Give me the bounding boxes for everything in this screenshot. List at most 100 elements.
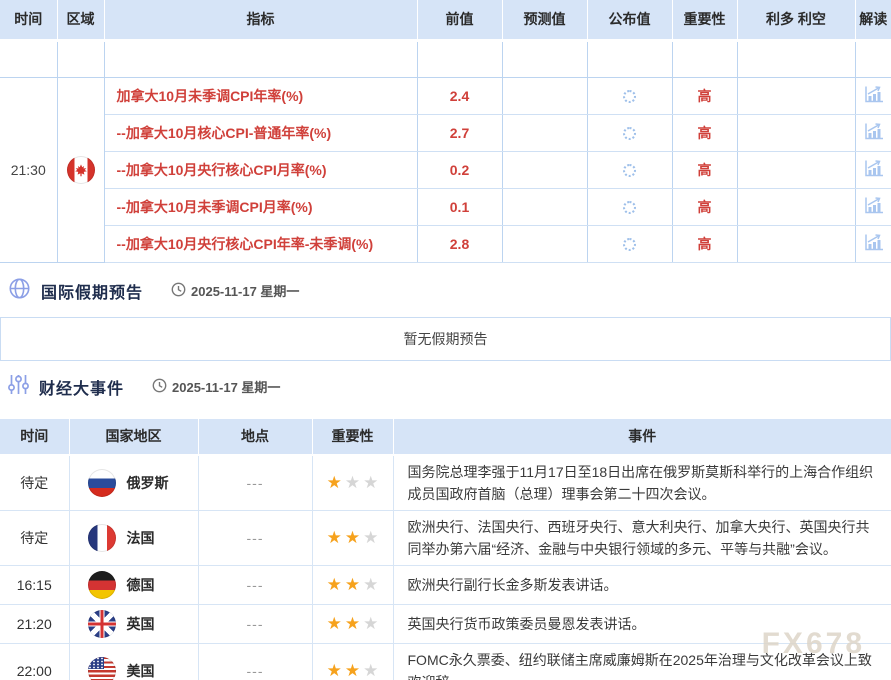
star-icon: ★	[345, 473, 360, 492]
interpret-cell[interactable]	[855, 114, 891, 151]
col-indicator: 指标	[104, 0, 417, 40]
event-time: 待定	[0, 455, 69, 511]
country-cell: 美国	[69, 643, 198, 680]
us-flag-icon	[88, 657, 116, 680]
country-cell: 法国	[69, 510, 198, 565]
events-table-header: 时间 国家地区 地点 重要性 事件	[0, 419, 891, 455]
importance-stars: ★★★	[312, 455, 393, 511]
country-cell: 德国	[69, 565, 198, 604]
col-bull-bear: 利多 利空	[737, 0, 855, 40]
star-icon: ★	[363, 528, 378, 547]
interpret-cell[interactable]	[855, 77, 891, 114]
loading-spinner-icon	[623, 238, 636, 251]
forecast-value	[502, 225, 587, 262]
event-description[interactable]: FOMC永久票委、纽约联储主席威廉姆斯在2025年治理与文化改革会议上致欢迎辞。	[393, 643, 891, 680]
event-time: 待定	[0, 510, 69, 565]
loading-spinner-icon	[623, 201, 636, 214]
loading-spinner-icon	[623, 164, 636, 177]
star-icon: ★	[363, 661, 378, 680]
chart-icon[interactable]	[863, 91, 884, 107]
star-icon: ★	[327, 473, 342, 492]
star-icon: ★	[363, 473, 378, 492]
event-time: 22:00	[0, 643, 69, 680]
col-importance: 重要性	[672, 0, 737, 40]
forecast-value	[502, 151, 587, 188]
forecast-value	[502, 77, 587, 114]
country-name: 法国	[127, 528, 155, 548]
partial-row	[0, 40, 891, 77]
interpret-cell[interactable]	[855, 188, 891, 225]
indicator-row: 21:30加拿大10月未季调CPI年率(%)2.4高	[0, 77, 891, 114]
bull-bear-cell	[737, 151, 855, 188]
uk-flag-icon	[88, 610, 116, 638]
country-name: 美国	[127, 661, 155, 680]
bull-bear-cell	[737, 225, 855, 262]
time-cell: 21:30	[0, 77, 57, 262]
col-interpret: 解读	[855, 0, 891, 40]
event-location: ---	[198, 455, 312, 511]
importance-stars: ★★★	[312, 604, 393, 643]
country-name: 德国	[127, 575, 155, 595]
col-event-importance: 重要性	[312, 419, 393, 455]
clock-icon	[171, 282, 186, 300]
chart-icon[interactable]	[863, 165, 884, 181]
events-section-title: 财经大事件	[39, 375, 124, 399]
importance-value: 高	[672, 225, 737, 262]
indicator-table-header: 时间 区域 指标 前值 预测值 公布值 重要性 利多 利空 解读	[0, 0, 891, 40]
event-location: ---	[198, 604, 312, 643]
event-description[interactable]: 欧洲央行、法国央行、西班牙央行、意大利央行、加拿大央行、英国央行共同举办第六届“…	[393, 510, 891, 565]
importance-value: 高	[672, 77, 737, 114]
indicator-name[interactable]: --加拿大10月核心CPI-普通年率(%)	[104, 114, 417, 151]
published-value	[587, 151, 672, 188]
events-section-header: 财经大事件 2025-11-17 星期一	[0, 373, 891, 401]
importance-value: 高	[672, 114, 737, 151]
fr-flag-icon	[88, 524, 116, 552]
chart-icon[interactable]	[863, 128, 884, 144]
previous-value: 2.8	[417, 225, 502, 262]
indicator-row: --加拿大10月央行核心CPI月率(%)0.2 高	[0, 151, 891, 188]
chart-icon[interactable]	[863, 202, 884, 218]
event-description[interactable]: 国务院总理李强于11月17日至18日出席在俄罗斯莫斯科举行的上海合作组织成员国政…	[393, 455, 891, 511]
holiday-empty-message: 暂无假期预告	[404, 329, 488, 349]
importance-stars: ★★★	[312, 510, 393, 565]
forecast-value	[502, 114, 587, 151]
event-row: 16:15德国---★★★欧洲央行副行长金多斯发表讲话。	[0, 565, 891, 604]
importance-value: 高	[672, 151, 737, 188]
star-icon: ★	[327, 614, 342, 633]
ru-flag-icon	[88, 469, 116, 497]
event-time: 21:20	[0, 604, 69, 643]
bull-bear-cell	[737, 77, 855, 114]
previous-value: 2.4	[417, 77, 502, 114]
loading-spinner-icon	[623, 127, 636, 140]
interpret-cell[interactable]	[855, 225, 891, 262]
col-event: 事件	[393, 419, 891, 455]
star-icon: ★	[345, 575, 360, 594]
event-description[interactable]: 欧洲央行副行长金多斯发表讲话。	[393, 565, 891, 604]
holiday-section-title: 国际假期预告	[41, 279, 143, 303]
chart-icon[interactable]	[863, 239, 884, 255]
event-location: ---	[198, 510, 312, 565]
col-region: 区域	[57, 0, 104, 40]
holiday-empty-box: 暂无假期预告	[0, 317, 891, 361]
star-icon: ★	[363, 575, 378, 594]
col-previous: 前值	[417, 0, 502, 40]
indicator-table: 时间 区域 指标 前值 预测值 公布值 重要性 利多 利空 解读 21:30 加拿…	[0, 0, 891, 263]
interpret-cell[interactable]	[855, 151, 891, 188]
indicator-name[interactable]: --加拿大10月未季调CPI月率(%)	[104, 188, 417, 225]
col-forecast: 预测值	[502, 0, 587, 40]
col-event-time: 时间	[0, 419, 69, 455]
event-description[interactable]: 英国央行货币政策委员曼恩发表讲话。	[393, 604, 891, 643]
indicator-row: --加拿大10月未季调CPI月率(%)0.1高	[0, 188, 891, 225]
event-row: 21:20 英国 ---★★★英国央行货币政策委员曼恩发表讲话。	[0, 604, 891, 643]
globe-icon	[8, 277, 31, 305]
country-name: 英国	[127, 614, 155, 634]
previous-value: 0.2	[417, 151, 502, 188]
indicator-name[interactable]: 加拿大10月未季调CPI年率(%)	[104, 77, 417, 114]
country-cell: 俄罗斯	[69, 455, 198, 511]
col-published: 公布值	[587, 0, 672, 40]
indicator-name[interactable]: --加拿大10月央行核心CPI月率(%)	[104, 151, 417, 188]
bull-bear-cell	[737, 188, 855, 225]
star-icon: ★	[327, 575, 342, 594]
col-time: 时间	[0, 0, 57, 40]
indicator-name[interactable]: --加拿大10月央行核心CPI年率-未季调(%)	[104, 225, 417, 262]
